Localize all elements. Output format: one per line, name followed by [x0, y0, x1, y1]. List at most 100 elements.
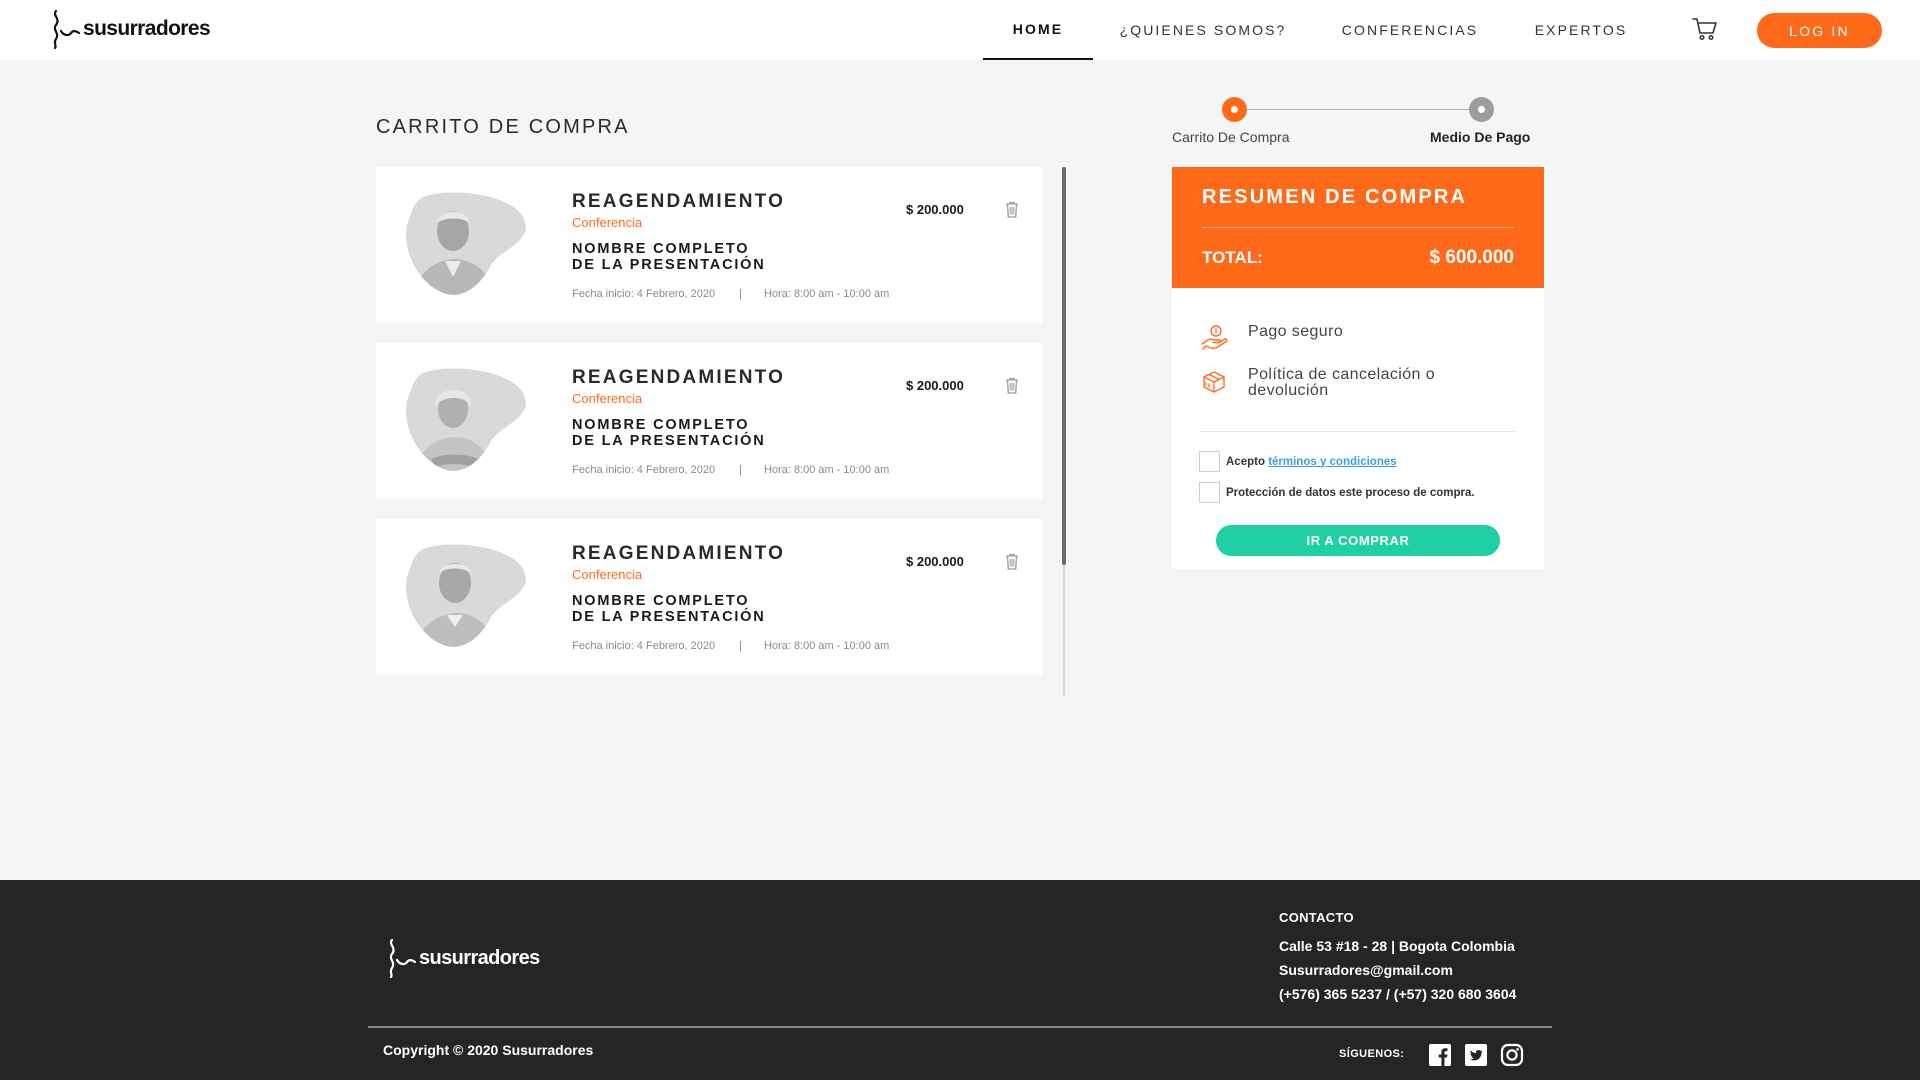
meta-separator: |	[739, 288, 742, 300]
feature-secure-payment: Pago seguro	[1200, 324, 1343, 352]
copyright: Copyright © 2020 Susurradores	[383, 1042, 594, 1058]
summary-title: RESUMEN DE COMPRA	[1202, 186, 1468, 208]
buy-button[interactable]: IR A COMPRAR	[1216, 525, 1500, 556]
logo-mark-icon	[53, 9, 81, 49]
contact-phones: (+576) 365 5237 / (+57) 320 680 3604	[1279, 986, 1517, 1002]
item-name-line: NOMBRE COMPLETO	[572, 593, 750, 609]
item-time: Hora: 8:00 am - 10:00 am	[763, 464, 890, 476]
box-return-icon	[1203, 371, 1225, 393]
nav-quienes-somos[interactable]: ¿QUIENES SOMOS?	[1112, 0, 1294, 60]
item-date: Fecha inicio: 4 Febrero, 2020	[572, 464, 716, 476]
cart-item: REAGENDAMIENTO Conferencia NOMBRE COMPLE…	[376, 519, 1042, 675]
item-name-line: NOMBRE COMPLETO	[572, 241, 750, 257]
feature-text-line: Política de cancelación o	[1248, 366, 1435, 383]
nav-home[interactable]: HOME	[983, 0, 1093, 60]
item-name-line: DE LA PRESENTACIÓN	[572, 257, 766, 273]
page-title: CARRITO DE COMPRA	[376, 116, 630, 138]
item-name-line: NOMBRE COMPLETO	[572, 417, 750, 433]
footer-brand-name: susurradores	[419, 946, 540, 969]
speaker-avatar	[405, 543, 526, 651]
item-time: Hora: 8:00 am - 10:00 am	[763, 640, 890, 652]
speaker-avatar	[405, 367, 526, 475]
summary-header: RESUMEN DE COMPRA TOTAL: $ 600.000	[1172, 167, 1544, 288]
facebook-icon	[1429, 1044, 1451, 1066]
trash-icon	[1006, 377, 1018, 394]
remove-item-button[interactable]	[1003, 551, 1021, 571]
summary-divider	[1202, 227, 1514, 228]
terms-link[interactable]: términos y condiciones	[1268, 456, 1396, 468]
terms-row: Acepto términos y condiciones	[1199, 451, 1397, 472]
terms-text: Acepto términos y condiciones	[1226, 456, 1397, 468]
data-protection-checkbox[interactable]	[1199, 482, 1220, 503]
item-type: Conferencia	[572, 567, 643, 582]
contact-email[interactable]: Susurradores@gmail.com	[1279, 962, 1453, 978]
item-price: $ 200.000	[906, 378, 964, 393]
trash-icon	[1006, 553, 1018, 570]
brand-name: susurradores	[83, 17, 211, 40]
instagram-link[interactable]	[1500, 1043, 1524, 1067]
feature-text: Pago seguro	[1248, 324, 1343, 340]
cart-item: REAGENDAMIENTO Conferencia NOMBRE COMPLE…	[376, 343, 1042, 499]
remove-item-button[interactable]	[1003, 199, 1021, 219]
footer-divider	[368, 1026, 1552, 1028]
summary-separator	[1200, 431, 1516, 432]
terms-checkbox[interactable]	[1199, 451, 1220, 472]
item-title: REAGENDAMIENTO	[572, 543, 786, 564]
feature-cancellation-policy: Política de cancelación o devolución	[1200, 367, 1435, 399]
twitter-link[interactable]	[1464, 1043, 1488, 1067]
footer: susurradores CONTACTO Calle 53 #18 - 28 …	[0, 880, 1920, 1080]
follow-label: SÍGUENOS:	[1339, 1048, 1405, 1060]
brand-logo[interactable]: susurradores	[47, 9, 211, 49]
item-name-line: DE LA PRESENTACIÓN	[572, 609, 766, 625]
contact-address: Calle 53 #18 - 28 | Bogota Colombia	[1279, 938, 1515, 954]
step-indicator-cart	[1222, 97, 1247, 122]
nav-conferencias[interactable]: CONFERENCIAS	[1335, 0, 1485, 60]
data-protection-row: Protección de datos este proceso de comp…	[1199, 482, 1475, 503]
top-navbar: susurradores HOME ¿QUIENES SOMOS? CONFER…	[0, 0, 1920, 60]
facebook-link[interactable]	[1428, 1043, 1452, 1067]
cart-button[interactable]	[1690, 14, 1720, 44]
item-type: Conferencia	[572, 391, 643, 406]
item-type: Conferencia	[572, 215, 643, 230]
item-presentation-name: NOMBRE COMPLETO DE LA PRESENTACIÓN	[572, 417, 802, 449]
meta-separator: |	[739, 464, 742, 476]
hand-coin-icon	[1201, 325, 1228, 350]
total-label: TOTAL:	[1202, 248, 1263, 267]
item-name-line: DE LA PRESENTACIÓN	[572, 433, 766, 449]
contact-title: CONTACTO	[1279, 910, 1354, 925]
step-indicator-payment	[1469, 97, 1494, 122]
speaker-avatar	[405, 191, 526, 299]
instagram-icon	[1500, 1043, 1524, 1067]
feature-text-line: Pago seguro	[1248, 323, 1344, 340]
step-label-cart: Carrito De Compra	[1172, 129, 1290, 145]
logo-mark-icon	[389, 938, 417, 978]
steps-connector	[1234, 109, 1481, 110]
total-value: $ 600.000	[1429, 247, 1514, 268]
item-presentation-name: NOMBRE COMPLETO DE LA PRESENTACIÓN	[572, 241, 802, 273]
purchase-summary-card: RESUMEN DE COMPRA TOTAL: $ 600.000 Pago …	[1172, 167, 1544, 569]
remove-item-button[interactable]	[1003, 375, 1021, 395]
item-title: REAGENDAMIENTO	[572, 367, 786, 388]
terms-prefix: Acepto	[1226, 455, 1265, 468]
item-date: Fecha inicio: 4 Febrero, 2020	[572, 288, 716, 300]
cart-item: REAGENDAMIENTO Conferencia NOMBRE COMPLE…	[376, 167, 1042, 323]
meta-separator: |	[739, 640, 742, 652]
item-title: REAGENDAMIENTO	[572, 191, 786, 212]
item-price: $ 200.000	[906, 554, 964, 569]
item-meta: Fecha inicio: 4 Febrero, 2020 | Hora: 8:…	[572, 288, 889, 300]
feature-text: Política de cancelación o devolución	[1248, 367, 1435, 399]
cart-scrollbar-thumb[interactable]	[1062, 167, 1066, 565]
data-protection-text: Protección de datos este proceso de comp…	[1226, 486, 1475, 499]
trash-icon	[1006, 201, 1018, 218]
item-meta: Fecha inicio: 4 Febrero, 2020 | Hora: 8:…	[572, 464, 889, 476]
shopping-cart-icon	[1692, 18, 1717, 41]
item-date: Fecha inicio: 4 Febrero, 2020	[572, 640, 716, 652]
footer-brand-logo[interactable]: susurradores	[383, 938, 540, 978]
item-time: Hora: 8:00 am - 10:00 am	[763, 288, 890, 300]
twitter-icon	[1465, 1044, 1487, 1066]
feature-text-line: devolución	[1248, 382, 1329, 399]
step-label-payment: Medio De Pago	[1430, 129, 1531, 145]
login-button[interactable]: LOG IN	[1757, 13, 1882, 48]
nav-expertos[interactable]: EXPERTOS	[1526, 0, 1636, 60]
item-meta: Fecha inicio: 4 Febrero, 2020 | Hora: 8:…	[572, 640, 889, 652]
